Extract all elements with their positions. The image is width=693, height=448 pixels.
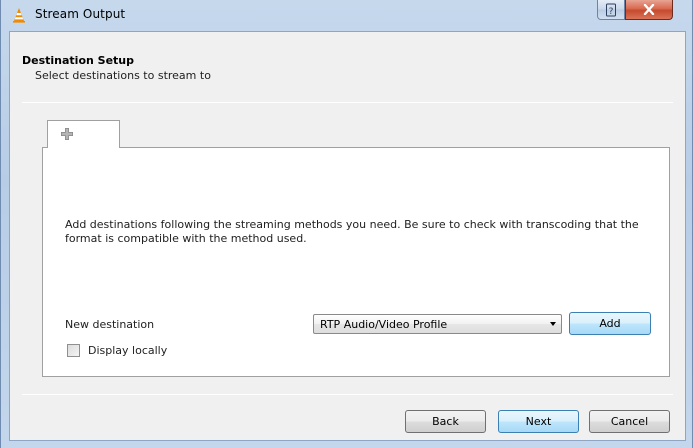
close-icon (643, 4, 655, 15)
stream-output-window: Stream Output ? Destination Setup Select… (0, 0, 693, 448)
vlc-cone-icon (13, 8, 25, 23)
header-separator (22, 102, 673, 103)
window-title: Stream Output (35, 7, 126, 21)
cancel-button[interactable]: Cancel (589, 410, 670, 433)
new-destination-label: New destination (65, 318, 155, 331)
title-bar[interactable]: Stream Output ? (1, 0, 692, 30)
page-title: Destination Setup (22, 54, 135, 67)
display-locally-checkbox[interactable] (67, 344, 80, 357)
page-subtitle: Select destinations to stream to (35, 69, 211, 82)
dialog-client-area: Destination Setup Select destinations to… (9, 31, 686, 441)
destination-pane: Add destinations following the streaming… (42, 147, 670, 377)
dropdown-arrow-icon (550, 322, 556, 326)
tab-add-destination[interactable] (47, 120, 120, 148)
help-button[interactable]: ? (597, 0, 625, 20)
footer-separator (22, 394, 673, 395)
svg-text:?: ? (609, 7, 614, 17)
destination-select[interactable]: RTP Audio/Video Profile (313, 314, 562, 334)
destination-select-value: RTP Audio/Video Profile (320, 318, 448, 331)
help-icon: ? (606, 3, 616, 17)
display-locally-label: Display locally (88, 344, 168, 357)
display-locally-option[interactable]: Display locally (67, 344, 167, 357)
add-tab-icon (61, 128, 73, 140)
add-button[interactable]: Add (569, 312, 651, 335)
wizard-header: Destination Setup Select destinations to… (10, 32, 685, 102)
close-button[interactable] (625, 0, 673, 20)
next-button[interactable]: Next (498, 410, 579, 433)
info-text: Add destinations following the streaming… (65, 218, 639, 245)
back-button[interactable]: Back (405, 410, 486, 433)
